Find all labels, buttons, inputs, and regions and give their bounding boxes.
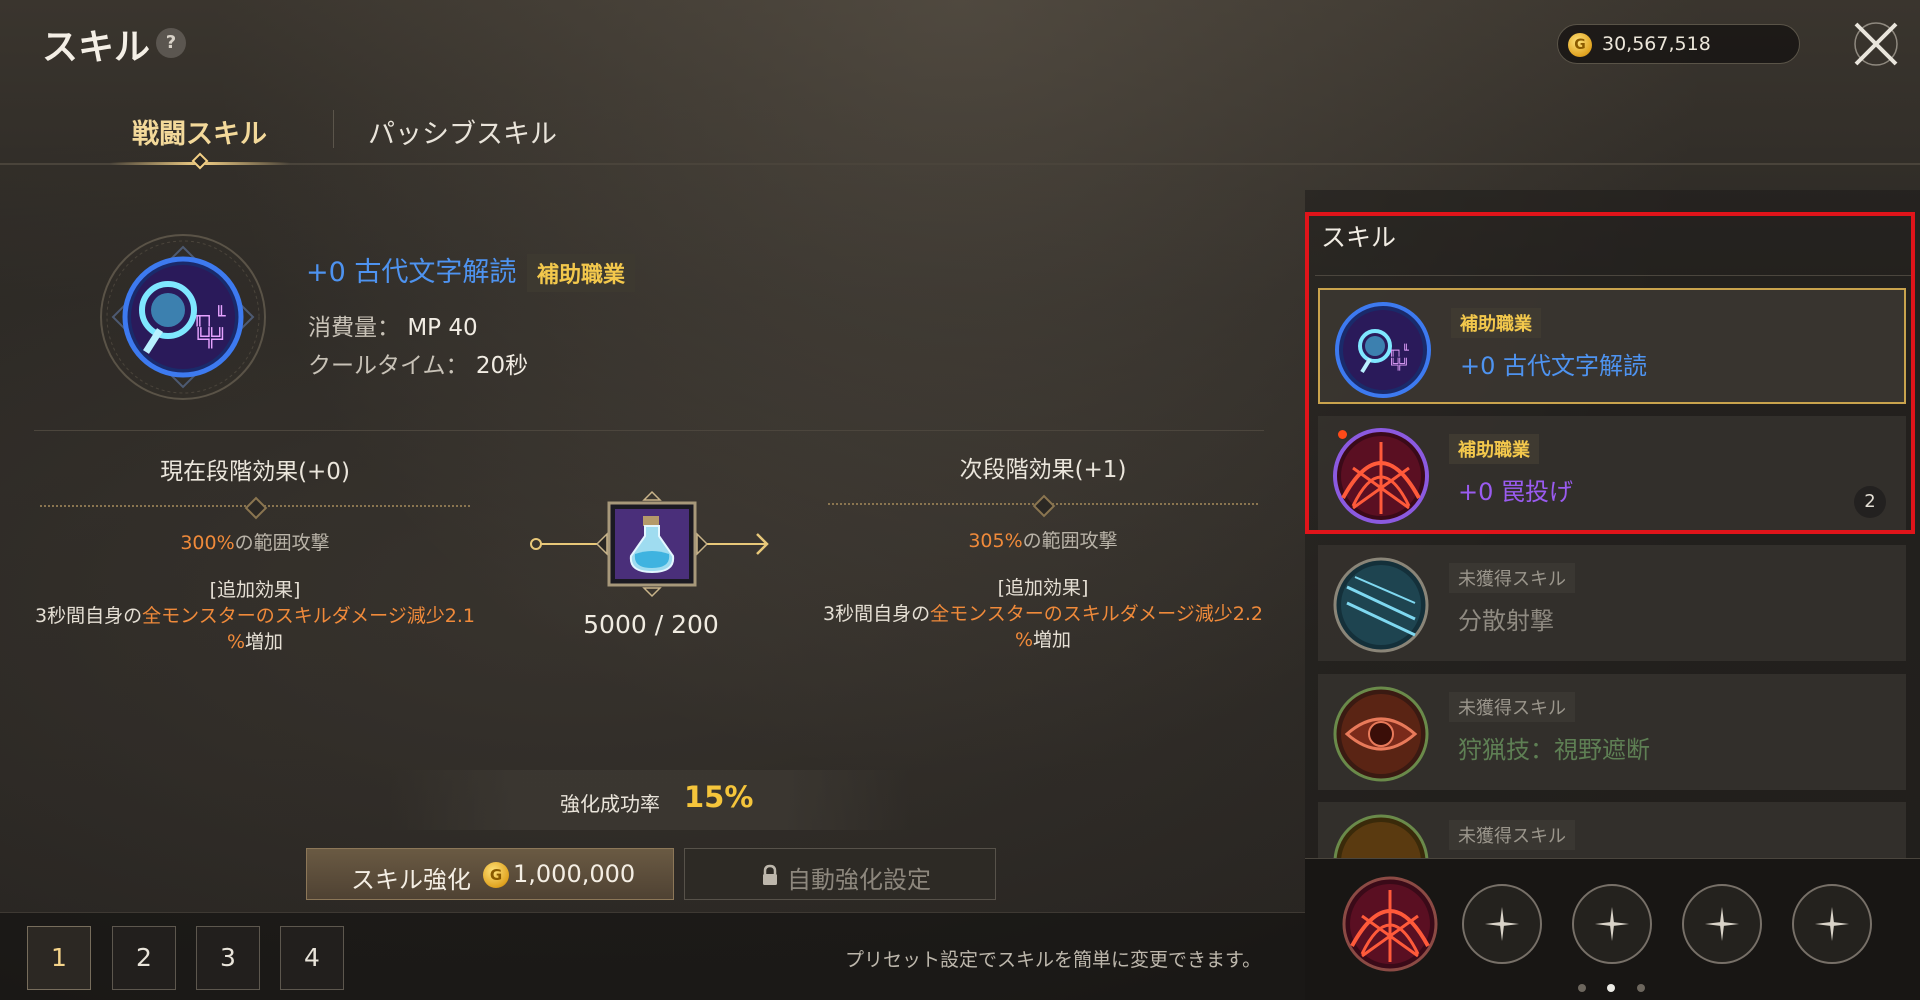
- current-effect-panel: 現在段階効果(+0) 300%の範囲攻撃 [追加効果] 3秒間自身の全モンスター…: [35, 452, 475, 655]
- page-indicator-dot-active[interactable]: [1607, 984, 1615, 992]
- cost-label: 消費量：: [308, 315, 400, 341]
- enhance-label: スキル強化: [351, 866, 471, 894]
- enhance-cost: 1,000,000: [513, 860, 636, 888]
- skill-card-tag: 未獲得スキル: [1449, 563, 1575, 593]
- next-extra-pre: 3秒間自身の: [823, 603, 931, 625]
- skill-card-partial[interactable]: 未獲得スキル: [1318, 802, 1906, 858]
- next-effect-extra: [追加効果] 3秒間自身の全モンスターのスキルダメージ減少2.2 %増加: [823, 575, 1263, 653]
- next-extra-title: [追加効果]: [997, 577, 1089, 599]
- next-extra-post: 増加: [1033, 629, 1072, 651]
- next-aoe-suffix: の範囲攻撃: [1022, 530, 1118, 552]
- tab-passive-skills[interactable]: パッシブスキル: [368, 112, 557, 151]
- next-extra-percent: %: [1014, 629, 1034, 651]
- skill-card-scatter-shot[interactable]: 未獲得スキル 分散射撃: [1318, 545, 1906, 661]
- material-count: 5000 / 200: [583, 610, 719, 639]
- ornament-divider: [40, 500, 470, 512]
- current-effect-aoe: 300%の範囲攻撃: [35, 528, 475, 555]
- skill-card-tag: 未獲得スキル: [1449, 820, 1575, 850]
- divider: [34, 430, 1264, 431]
- next-effect-panel: 次段階効果(+1) 305%の範囲攻撃 [追加効果] 3秒間自身の全モンスターの…: [823, 450, 1263, 653]
- next-extra-highlight: 全モンスターのスキルダメージ減少2.2: [930, 603, 1263, 625]
- skill-card-tag: 未獲得スキル: [1449, 692, 1575, 722]
- skill-job-tag: 補助職業: [527, 254, 636, 292]
- gold-coin-icon: G: [483, 862, 509, 888]
- lock-icon: [763, 864, 777, 885]
- svg-text:╚╬╝: ╚╬╝: [194, 327, 227, 349]
- skill-card-vision-block[interactable]: 未獲得スキル 狩猟技：視野遮断: [1318, 674, 1906, 790]
- skill-card-name: 分散射撃: [1458, 607, 1554, 635]
- auto-enhance-label: 自動強化設定: [787, 866, 931, 894]
- ornament-divider: [828, 498, 1258, 510]
- page-indicator-dot[interactable]: [1578, 984, 1586, 992]
- quick-slot-empty[interactable]: [1462, 884, 1542, 964]
- next-effect-header: 次段階効果(+1): [959, 457, 1127, 483]
- auto-enhance-button[interactable]: 自動強化設定: [684, 848, 996, 900]
- scatter-shot-skill-icon: [1333, 557, 1429, 653]
- quick-slot-trap-net[interactable]: [1342, 876, 1438, 972]
- svg-text:╓┐╙: ╓┐╙: [193, 305, 227, 327]
- skill-card-name: 狩猟技：視野遮断: [1458, 736, 1650, 764]
- page-indicator-dot[interactable]: [1637, 984, 1645, 992]
- quick-slot-empty[interactable]: [1572, 884, 1652, 964]
- eye-skill-icon: [1333, 686, 1429, 782]
- page-title: スキル: [42, 27, 151, 68]
- chain-skill-icon: [1333, 814, 1429, 858]
- current-effect-header: 現在段階効果(+0): [160, 459, 350, 485]
- skill-cooldown: クールタイム： 20秒: [308, 346, 528, 380]
- current-extra-percent: %: [226, 631, 246, 653]
- success-rate-label: 強化成功率: [560, 792, 660, 816]
- current-extra-pre: 3秒間自身の: [35, 605, 143, 627]
- tab-divider: [333, 110, 334, 148]
- preset-4-button[interactable]: 4: [280, 926, 344, 990]
- current-effect-extra: [追加効果] 3秒間自身の全モンスターのスキルダメージ減少2.1 %増加: [35, 577, 475, 655]
- tab-combat-skills[interactable]: 戦闘スキル: [132, 112, 267, 151]
- potion-icon: [629, 516, 675, 574]
- preset-1-button[interactable]: 1: [27, 926, 91, 990]
- gold-amount: 30,567,518: [1602, 33, 1711, 55]
- highlight-box: [1305, 212, 1915, 534]
- cooldown-value: 20秒: [475, 353, 529, 379]
- help-icon[interactable]: ?: [156, 28, 186, 58]
- next-effect-aoe: 305%の範囲攻撃: [823, 526, 1263, 553]
- cooldown-label: クールタイム：: [308, 353, 469, 379]
- skill-cost: 消費量： MP 40: [308, 308, 478, 342]
- skill-name: +0 古代文字解読: [306, 257, 517, 288]
- cost-value: MP 40: [407, 315, 478, 341]
- current-aoe-percent: 300%: [180, 532, 235, 554]
- current-extra-highlight: 全モンスターのスキルダメージ減少2.1: [142, 605, 475, 627]
- skill-enhance-button[interactable]: スキル強化 G 1,000,000: [306, 848, 674, 900]
- current-extra-title: [追加効果]: [209, 579, 301, 601]
- top-bar: スキル ? G 30,567,518 戦闘スキル パッシブスキル: [0, 0, 1920, 170]
- gold-coin-icon: G: [1568, 33, 1592, 57]
- close-icon[interactable]: [1848, 18, 1904, 70]
- tab-bar: 戦闘スキル パッシブスキル: [0, 100, 1920, 170]
- current-aoe-suffix: の範囲攻撃: [234, 532, 330, 554]
- quick-slot-empty[interactable]: [1792, 884, 1872, 964]
- preset-2-button[interactable]: 2: [112, 926, 176, 990]
- preset-hint: プリセット設定でスキルを簡単に変更できます。: [845, 949, 1262, 971]
- gold-counter: G 30,567,518: [1557, 24, 1800, 64]
- success-rate-value: 15%: [684, 780, 754, 814]
- preset-3-button[interactable]: 3: [196, 926, 260, 990]
- ancient-rune-skill-icon: ╓┐╙ ╚╬╝: [100, 234, 266, 400]
- quick-slot-empty[interactable]: [1682, 884, 1762, 964]
- current-extra-post: 増加: [245, 631, 284, 653]
- next-aoe-percent: 305%: [968, 530, 1023, 552]
